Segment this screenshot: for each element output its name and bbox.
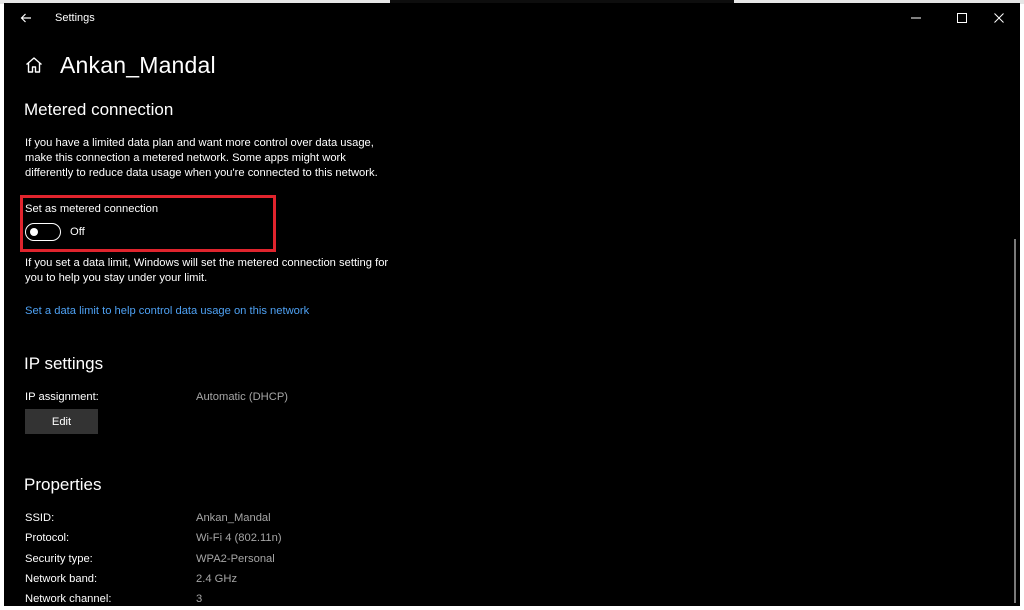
property-label-security-type: Security type: xyxy=(25,553,93,565)
property-value-network-channel: 3 xyxy=(196,593,203,605)
metered-connection-heading: Metered connection xyxy=(24,100,174,119)
property-value-protocol: Wi-Fi 4 (802.11n) xyxy=(196,532,282,544)
set-data-limit-link[interactable]: Set a data limit to help control data us… xyxy=(25,305,309,317)
back-arrow-icon xyxy=(20,13,31,23)
title-bar: Settings xyxy=(4,3,1020,33)
ip-assignment-value: Automatic (DHCP) xyxy=(196,391,289,403)
scrollbar[interactable] xyxy=(1014,239,1016,603)
metered-description: If you have a limited data plan and want… xyxy=(25,137,378,179)
close-icon xyxy=(994,13,1004,23)
property-label-protocol: Protocol: xyxy=(25,532,70,544)
ip-settings-heading: IP settings xyxy=(24,354,104,373)
page-title: Ankan_Mandal xyxy=(60,51,216,78)
property-value-ssid: Ankan_Mandal xyxy=(196,512,271,524)
maximize-button[interactable] xyxy=(943,3,981,33)
property-label-network-band: Network band: xyxy=(25,573,98,585)
data-limit-note: If you set a data limit, Windows will se… xyxy=(25,257,389,284)
window-title: Settings xyxy=(55,12,95,24)
ip-assignment-label: IP assignment: xyxy=(25,391,99,403)
property-label-network-channel: Network channel: xyxy=(25,593,112,605)
close-button[interactable] xyxy=(980,3,1018,33)
highlight-box xyxy=(20,195,276,252)
home-icon[interactable] xyxy=(24,55,44,75)
settings-window: Settings Ankan_Mandal Metered connection… xyxy=(4,3,1020,606)
minimize-icon xyxy=(911,17,921,19)
back-button[interactable] xyxy=(12,7,40,29)
maximize-icon xyxy=(957,13,967,23)
minimize-button[interactable] xyxy=(897,3,935,33)
page-header: Ankan_Mandal xyxy=(24,49,216,81)
property-label-ssid: SSID: xyxy=(25,512,55,524)
property-value-security-type: WPA2-Personal xyxy=(196,553,275,565)
property-value-network-band: 2.4 GHz xyxy=(196,573,238,585)
edit-button[interactable]: Edit xyxy=(25,409,98,434)
properties-heading: Properties xyxy=(24,475,102,494)
